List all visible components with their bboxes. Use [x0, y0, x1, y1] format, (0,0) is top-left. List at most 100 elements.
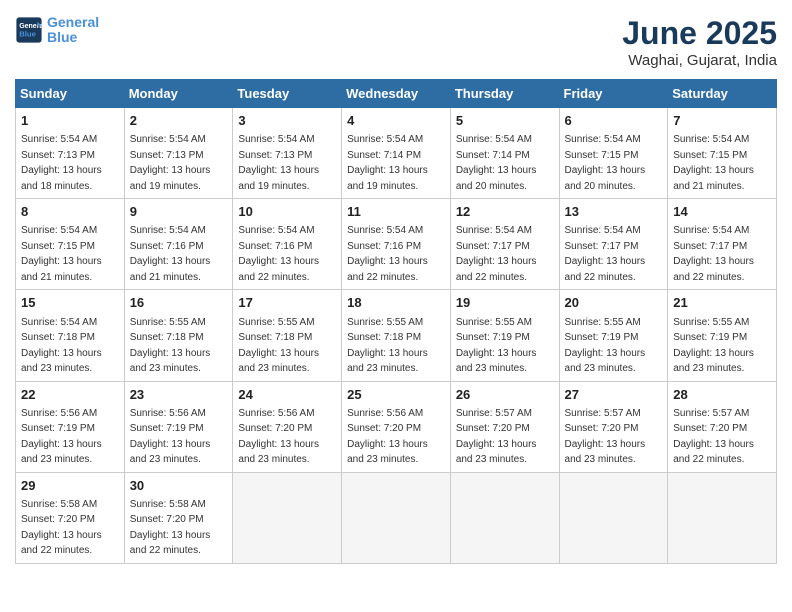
calendar-cell: 11 Sunrise: 5:54 AMSunset: 7:16 PMDaylig…	[342, 199, 451, 290]
day-number: 7	[673, 112, 771, 130]
calendar-cell: 1 Sunrise: 5:54 AMSunset: 7:13 PMDayligh…	[16, 108, 125, 199]
day-info: Sunrise: 5:56 AMSunset: 7:20 PMDaylight:…	[347, 408, 428, 466]
calendar-cell	[233, 472, 342, 563]
calendar-cell: 19 Sunrise: 5:55 AMSunset: 7:19 PMDaylig…	[450, 290, 559, 381]
day-info: Sunrise: 5:54 AMSunset: 7:13 PMDaylight:…	[21, 134, 102, 192]
day-info: Sunrise: 5:55 AMSunset: 7:19 PMDaylight:…	[673, 317, 754, 375]
calendar-week-1: 1 Sunrise: 5:54 AMSunset: 7:13 PMDayligh…	[16, 108, 777, 199]
calendar-cell	[559, 472, 668, 563]
calendar-cell	[450, 472, 559, 563]
day-info: Sunrise: 5:54 AMSunset: 7:14 PMDaylight:…	[456, 134, 537, 192]
calendar-cell: 8 Sunrise: 5:54 AMSunset: 7:15 PMDayligh…	[16, 199, 125, 290]
day-number: 26	[456, 386, 554, 404]
calendar-cell: 26 Sunrise: 5:57 AMSunset: 7:20 PMDaylig…	[450, 381, 559, 472]
day-number: 19	[456, 294, 554, 312]
day-info: Sunrise: 5:55 AMSunset: 7:18 PMDaylight:…	[130, 317, 211, 375]
calendar-cell: 18 Sunrise: 5:55 AMSunset: 7:18 PMDaylig…	[342, 290, 451, 381]
header: General Blue GeneralBlue June 2025 Wagha…	[15, 15, 777, 69]
day-number: 11	[347, 203, 445, 221]
day-number: 29	[21, 477, 119, 495]
logo: General Blue GeneralBlue	[15, 15, 99, 46]
weekday-header-saturday: Saturday	[668, 80, 777, 108]
calendar-cell: 28 Sunrise: 5:57 AMSunset: 7:20 PMDaylig…	[668, 381, 777, 472]
weekday-header-tuesday: Tuesday	[233, 80, 342, 108]
logo-icon: General Blue	[15, 16, 43, 44]
calendar-week-5: 29 Sunrise: 5:58 AMSunset: 7:20 PMDaylig…	[16, 472, 777, 563]
day-number: 10	[238, 203, 336, 221]
day-info: Sunrise: 5:58 AMSunset: 7:20 PMDaylight:…	[21, 499, 102, 557]
calendar-week-2: 8 Sunrise: 5:54 AMSunset: 7:15 PMDayligh…	[16, 199, 777, 290]
day-number: 13	[565, 203, 663, 221]
day-number: 1	[21, 112, 119, 130]
day-number: 20	[565, 294, 663, 312]
day-info: Sunrise: 5:54 AMSunset: 7:13 PMDaylight:…	[238, 134, 319, 192]
calendar-cell: 4 Sunrise: 5:54 AMSunset: 7:14 PMDayligh…	[342, 108, 451, 199]
calendar-cell: 12 Sunrise: 5:54 AMSunset: 7:17 PMDaylig…	[450, 199, 559, 290]
calendar-cell: 24 Sunrise: 5:56 AMSunset: 7:20 PMDaylig…	[233, 381, 342, 472]
weekday-header-wednesday: Wednesday	[342, 80, 451, 108]
calendar-week-3: 15 Sunrise: 5:54 AMSunset: 7:18 PMDaylig…	[16, 290, 777, 381]
day-number: 9	[130, 203, 228, 221]
day-info: Sunrise: 5:56 AMSunset: 7:20 PMDaylight:…	[238, 408, 319, 466]
calendar-title: June 2025	[622, 15, 777, 52]
calendar-cell: 15 Sunrise: 5:54 AMSunset: 7:18 PMDaylig…	[16, 290, 125, 381]
calendar-cell: 14 Sunrise: 5:54 AMSunset: 7:17 PMDaylig…	[668, 199, 777, 290]
day-info: Sunrise: 5:54 AMSunset: 7:17 PMDaylight:…	[565, 225, 646, 283]
day-number: 5	[456, 112, 554, 130]
day-number: 8	[21, 203, 119, 221]
weekday-header-sunday: Sunday	[16, 80, 125, 108]
day-info: Sunrise: 5:54 AMSunset: 7:14 PMDaylight:…	[347, 134, 428, 192]
day-number: 4	[347, 112, 445, 130]
calendar-cell: 10 Sunrise: 5:54 AMSunset: 7:16 PMDaylig…	[233, 199, 342, 290]
day-info: Sunrise: 5:54 AMSunset: 7:15 PMDaylight:…	[565, 134, 646, 192]
day-info: Sunrise: 5:58 AMSunset: 7:20 PMDaylight:…	[130, 499, 211, 557]
calendar-cell: 13 Sunrise: 5:54 AMSunset: 7:17 PMDaylig…	[559, 199, 668, 290]
day-number: 14	[673, 203, 771, 221]
day-info: Sunrise: 5:55 AMSunset: 7:18 PMDaylight:…	[347, 317, 428, 375]
day-info: Sunrise: 5:54 AMSunset: 7:15 PMDaylight:…	[673, 134, 754, 192]
day-number: 28	[673, 386, 771, 404]
day-info: Sunrise: 5:54 AMSunset: 7:16 PMDaylight:…	[130, 225, 211, 283]
day-number: 30	[130, 477, 228, 495]
day-info: Sunrise: 5:54 AMSunset: 7:15 PMDaylight:…	[21, 225, 102, 283]
weekday-header-thursday: Thursday	[450, 80, 559, 108]
title-area: June 2025 Waghai, Gujarat, India	[622, 15, 777, 69]
calendar-cell: 16 Sunrise: 5:55 AMSunset: 7:18 PMDaylig…	[124, 290, 233, 381]
logo-text: GeneralBlue	[47, 15, 99, 46]
calendar-cell: 21 Sunrise: 5:55 AMSunset: 7:19 PMDaylig…	[668, 290, 777, 381]
calendar-week-4: 22 Sunrise: 5:56 AMSunset: 7:19 PMDaylig…	[16, 381, 777, 472]
calendar-cell: 6 Sunrise: 5:54 AMSunset: 7:15 PMDayligh…	[559, 108, 668, 199]
day-number: 25	[347, 386, 445, 404]
day-number: 16	[130, 294, 228, 312]
calendar-cell: 5 Sunrise: 5:54 AMSunset: 7:14 PMDayligh…	[450, 108, 559, 199]
day-number: 12	[456, 203, 554, 221]
calendar-cell: 30 Sunrise: 5:58 AMSunset: 7:20 PMDaylig…	[124, 472, 233, 563]
calendar-cell: 3 Sunrise: 5:54 AMSunset: 7:13 PMDayligh…	[233, 108, 342, 199]
day-number: 22	[21, 386, 119, 404]
day-info: Sunrise: 5:57 AMSunset: 7:20 PMDaylight:…	[565, 408, 646, 466]
day-info: Sunrise: 5:54 AMSunset: 7:18 PMDaylight:…	[21, 317, 102, 375]
day-info: Sunrise: 5:55 AMSunset: 7:18 PMDaylight:…	[238, 317, 319, 375]
day-info: Sunrise: 5:56 AMSunset: 7:19 PMDaylight:…	[21, 408, 102, 466]
day-number: 24	[238, 386, 336, 404]
calendar-subtitle: Waghai, Gujarat, India	[622, 52, 777, 69]
calendar-body: 1 Sunrise: 5:54 AMSunset: 7:13 PMDayligh…	[16, 108, 777, 564]
calendar-cell: 9 Sunrise: 5:54 AMSunset: 7:16 PMDayligh…	[124, 199, 233, 290]
day-info: Sunrise: 5:54 AMSunset: 7:13 PMDaylight:…	[130, 134, 211, 192]
calendar-cell: 7 Sunrise: 5:54 AMSunset: 7:15 PMDayligh…	[668, 108, 777, 199]
calendar-cell: 29 Sunrise: 5:58 AMSunset: 7:20 PMDaylig…	[16, 472, 125, 563]
weekday-header-monday: Monday	[124, 80, 233, 108]
day-info: Sunrise: 5:56 AMSunset: 7:19 PMDaylight:…	[130, 408, 211, 466]
day-info: Sunrise: 5:54 AMSunset: 7:17 PMDaylight:…	[673, 225, 754, 283]
day-info: Sunrise: 5:54 AMSunset: 7:16 PMDaylight:…	[238, 225, 319, 283]
day-number: 18	[347, 294, 445, 312]
calendar-cell: 23 Sunrise: 5:56 AMSunset: 7:19 PMDaylig…	[124, 381, 233, 472]
calendar-cell: 2 Sunrise: 5:54 AMSunset: 7:13 PMDayligh…	[124, 108, 233, 199]
day-info: Sunrise: 5:57 AMSunset: 7:20 PMDaylight:…	[673, 408, 754, 466]
calendar-cell	[668, 472, 777, 563]
day-number: 21	[673, 294, 771, 312]
day-number: 6	[565, 112, 663, 130]
day-number: 2	[130, 112, 228, 130]
calendar-header-row: SundayMondayTuesdayWednesdayThursdayFrid…	[16, 80, 777, 108]
calendar-table: SundayMondayTuesdayWednesdayThursdayFrid…	[15, 79, 777, 564]
